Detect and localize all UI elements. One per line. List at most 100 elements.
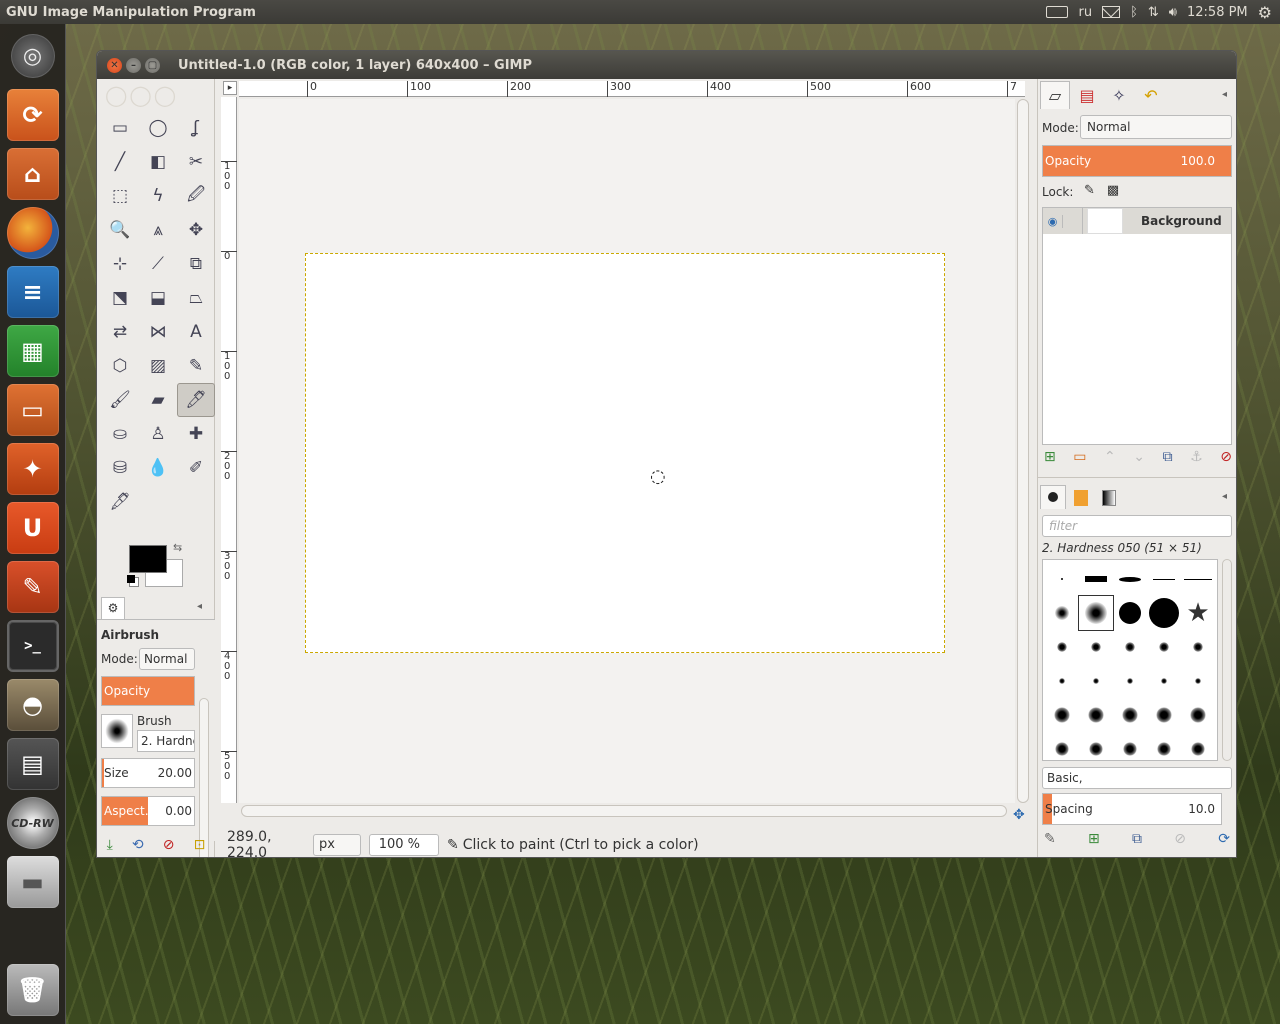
delete-options-icon[interactable]: ⊘ [163, 837, 175, 853]
tool-button-8[interactable]: 🖉 [177, 179, 215, 213]
tool-button-18[interactable]: ⇄ [101, 315, 139, 349]
tab-channels[interactable]: ▤ [1072, 81, 1102, 109]
tool-button-23[interactable]: ✎ [177, 349, 215, 383]
tool-button-2[interactable]: ʆ [177, 111, 215, 145]
brush-cell[interactable] [1079, 630, 1113, 664]
tool-size-slider[interactable]: Size 20.00 [101, 758, 195, 788]
default-colors-icon[interactable] [127, 575, 135, 583]
tool-button-32[interactable]: ✐ [177, 451, 215, 485]
brush-cell[interactable] [1147, 596, 1181, 630]
layer-mode-select[interactable]: Normal [1080, 115, 1232, 139]
tool-button-10[interactable]: ⩓ [139, 213, 177, 247]
tool-aspect-slider[interactable]: Aspect... 0.00 [101, 796, 195, 826]
brush-cell[interactable] [1181, 664, 1215, 698]
lock-alpha-icon[interactable]: ▩ [1107, 183, 1119, 198]
tab-undo-history[interactable]: ↶ [1136, 81, 1166, 109]
navigate-icon[interactable]: ✥ [1013, 807, 1025, 823]
mail-icon[interactable] [1102, 6, 1120, 18]
tool-brush-preview[interactable] [101, 714, 133, 748]
restore-options-icon[interactable]: ⟲ [132, 837, 144, 853]
brush-grid-vscroll[interactable] [1222, 559, 1232, 761]
tool-button-4[interactable]: ◧ [139, 145, 177, 179]
brush-cell[interactable] [1045, 698, 1079, 732]
session-gear-icon[interactable]: ⚙ [1258, 3, 1272, 22]
brush-cell[interactable] [1045, 630, 1079, 664]
layer-opacity-slider[interactable]: Opacity 100.0 [1042, 145, 1232, 177]
edit-brush-icon[interactable]: ✎ [1044, 831, 1056, 855]
canvas-hscroll[interactable] [241, 805, 1007, 817]
launcher-writer[interactable]: ≡ [7, 266, 59, 318]
canvas-vscroll[interactable] [1017, 99, 1029, 803]
app-menu-title[interactable]: GNU Image Manipulation Program [0, 5, 1046, 20]
tool-button-1[interactable]: ◯ [139, 111, 177, 145]
tool-button-30[interactable]: ⛁ [101, 451, 139, 485]
brushes-dock-menu-icon[interactable]: ◂ [1222, 491, 1227, 502]
brush-filter-input[interactable]: filter [1042, 515, 1232, 537]
new-layer-group-icon[interactable]: ▭ [1073, 449, 1086, 471]
delete-layer-icon[interactable]: ⊘ [1220, 449, 1232, 471]
brush-cell[interactable] [1045, 562, 1079, 596]
anchor-layer-icon[interactable]: ⚓ [1190, 449, 1203, 471]
quick-mask-menu-button[interactable]: ▸ [223, 81, 237, 95]
tool-button-5[interactable]: ✂ [177, 145, 215, 179]
network-icon[interactable]: ⇅ [1148, 5, 1159, 20]
clock[interactable]: 12:58 PM [1187, 5, 1248, 20]
new-layer-icon[interactable]: ⊞ [1044, 449, 1056, 471]
tool-button-9[interactable]: 🔍 [101, 213, 139, 247]
tool-button-13[interactable]: ⟋ [139, 247, 177, 281]
brush-cell[interactable] [1113, 562, 1147, 596]
brush-cell[interactable]: ★ [1181, 596, 1215, 630]
tool-button-27[interactable]: ⛀ [101, 417, 139, 451]
tool-button-22[interactable]: ▨ [139, 349, 177, 383]
window-titlebar[interactable]: ✕ – ▢ Untitled-1.0 (RGB color, 1 layer) … [97, 51, 1236, 79]
raise-layer-icon[interactable]: ⌃ [1104, 449, 1116, 471]
tool-button-21[interactable]: ⬡ [101, 349, 139, 383]
tab-paths[interactable]: ✧ [1104, 81, 1134, 109]
reset-options-icon[interactable]: ⊡ [194, 837, 206, 853]
tool-button-0[interactable]: ▭ [101, 111, 139, 145]
brush-cell[interactable] [1045, 664, 1079, 698]
brush-cell[interactable] [1113, 664, 1147, 698]
tool-options-tab[interactable]: ⚙ [101, 597, 125, 619]
tool-button-17[interactable]: ⏢ [177, 281, 215, 315]
save-options-icon[interactable]: ⤓ [107, 837, 113, 853]
tool-button-33[interactable]: 🖋 [101, 485, 139, 519]
layer-chain-toggle[interactable] [1063, 208, 1083, 234]
volume-icon[interactable]: 🔊︎ [1169, 5, 1177, 20]
tool-button-7[interactable]: ϟ [139, 179, 177, 213]
brush-spacing-slider[interactable]: Spacing 10.0 [1042, 793, 1222, 825]
brush-cell[interactable] [1079, 562, 1113, 596]
brush-cell[interactable] [1147, 698, 1181, 732]
tool-options-menu-icon[interactable]: ◂ [197, 601, 202, 612]
brush-cell[interactable] [1147, 630, 1181, 664]
brush-cell[interactable] [1181, 732, 1215, 766]
tool-mode-select[interactable]: Normal [139, 648, 195, 670]
brush-cell[interactable] [1113, 630, 1147, 664]
brush-cell[interactable] [1147, 732, 1181, 766]
bluetooth-icon[interactable]: ᛒ [1130, 5, 1138, 20]
tool-button-12[interactable]: ⊹ [101, 247, 139, 281]
tool-button-15[interactable]: ⬔ [101, 281, 139, 315]
delete-brush-icon[interactable]: ⊘ [1174, 831, 1186, 855]
launcher-calc[interactable]: ▦ [7, 325, 59, 377]
brush-tag-select[interactable]: Basic, [1042, 767, 1232, 789]
brush-cell[interactable] [1181, 698, 1215, 732]
launcher-gimp[interactable]: ◓ [7, 679, 59, 731]
tool-opacity-slider[interactable]: Opacity [101, 676, 195, 706]
brush-cell[interactable] [1045, 732, 1079, 766]
zoom-select[interactable]: 100 % [369, 834, 439, 856]
keyboard-icon[interactable] [1046, 6, 1068, 18]
launcher-trash[interactable]: 🗑 [7, 964, 59, 1016]
layers-dock-menu-icon[interactable]: ◂ [1222, 89, 1227, 100]
layer-row[interactable]: ◉ Background [1043, 208, 1231, 234]
canvas-viewport[interactable]: ◌ [239, 99, 1015, 803]
brush-cell[interactable] [1045, 596, 1079, 630]
lock-pixels-icon[interactable]: ✎ [1084, 183, 1095, 198]
tool-button-11[interactable]: ✥ [177, 213, 215, 247]
image-canvas[interactable]: ◌ [305, 253, 945, 653]
brush-cell[interactable] [1181, 630, 1215, 664]
brush-cell[interactable] [1079, 596, 1113, 630]
brush-cell[interactable] [1079, 698, 1113, 732]
brush-cell[interactable] [1147, 664, 1181, 698]
keyboard-layout-indicator[interactable]: ru [1078, 5, 1092, 20]
